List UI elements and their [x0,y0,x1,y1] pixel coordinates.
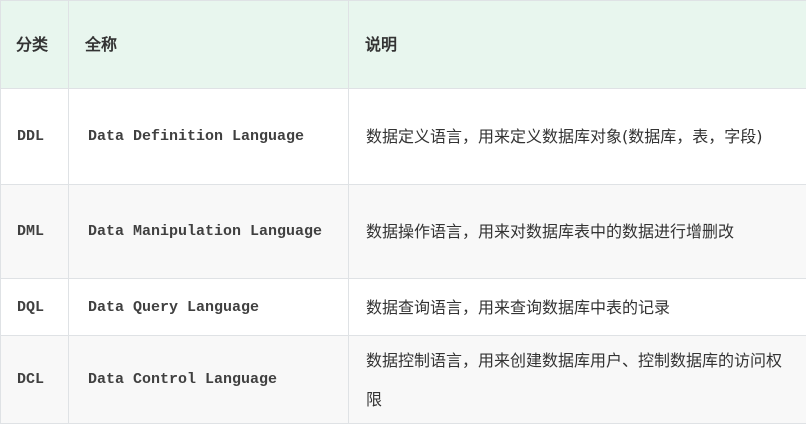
row-full-name: Data Manipulation Language [69,185,349,279]
table-row: DDL Data Definition Language 数据定义语言，用来定义… [1,89,806,185]
table-body: DDL Data Definition Language 数据定义语言，用来定义… [1,89,806,424]
header-category: 分类 [1,1,69,89]
row-description: 数据控制语言，用来创建数据库用户、控制数据库的访问权限 [349,336,806,424]
header-full-name: 全称 [69,1,349,89]
row-description: 数据查询语言，用来查询数据库中表的记录 [349,279,806,336]
table-row: DQL Data Query Language 数据查询语言，用来查询数据库中表… [1,279,806,336]
row-code: DQL [1,279,69,336]
row-full-name: Data Query Language [69,279,349,336]
header-description: 说明 [349,1,806,89]
table-row: DML Data Manipulation Language 数据操作语言，用来… [1,185,806,279]
row-full-name: Data Control Language [69,336,349,424]
row-description: 数据定义语言，用来定义数据库对象(数据库，表，字段) [349,89,806,185]
row-code: DCL [1,336,69,424]
row-full-name: Data Definition Language [69,89,349,185]
row-code: DML [1,185,69,279]
row-description: 数据操作语言，用来对数据库表中的数据进行增删改 [349,185,806,279]
row-code: DDL [1,89,69,185]
table-header: 分类 全称 说明 [1,1,806,89]
table-row: DCL Data Control Language 数据控制语言，用来创建数据库… [1,336,806,424]
sql-category-table: 分类 全称 说明 DDL Data Definition Language 数据… [0,0,806,424]
header-row: 分类 全称 说明 [1,1,806,89]
